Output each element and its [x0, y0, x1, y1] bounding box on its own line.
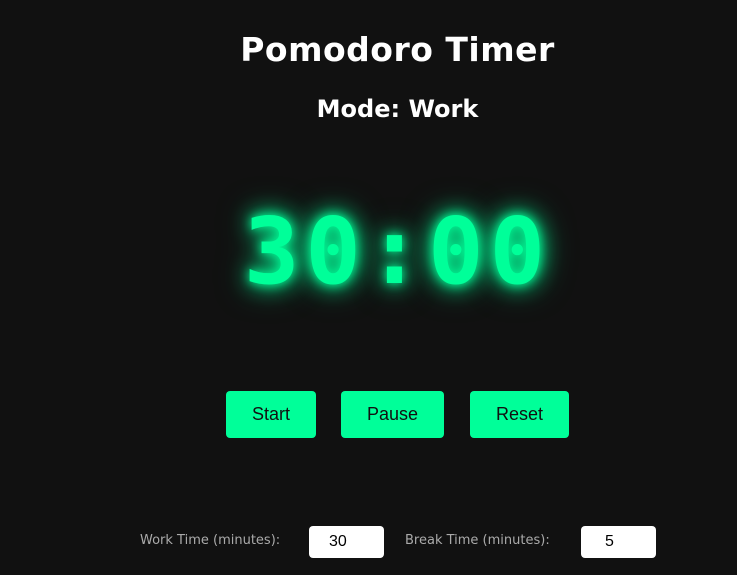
reset-button[interactable]: Reset	[470, 391, 569, 438]
timer-display: 30:00	[244, 198, 551, 305]
pause-button[interactable]: Pause	[341, 391, 444, 438]
work-time-label: Work Time (minutes):	[140, 533, 281, 548]
page-title: Pomodoro Timer	[240, 30, 555, 69]
start-button[interactable]: Start	[226, 391, 316, 438]
break-time-input[interactable]	[581, 526, 656, 558]
work-time-input[interactable]	[309, 526, 384, 558]
pomodoro-app: Pomodoro Timer Mode: Work 30:00 Start Pa…	[0, 0, 737, 575]
break-time-label: Break Time (minutes):	[405, 533, 550, 548]
mode-indicator: Mode: Work	[316, 95, 479, 123]
